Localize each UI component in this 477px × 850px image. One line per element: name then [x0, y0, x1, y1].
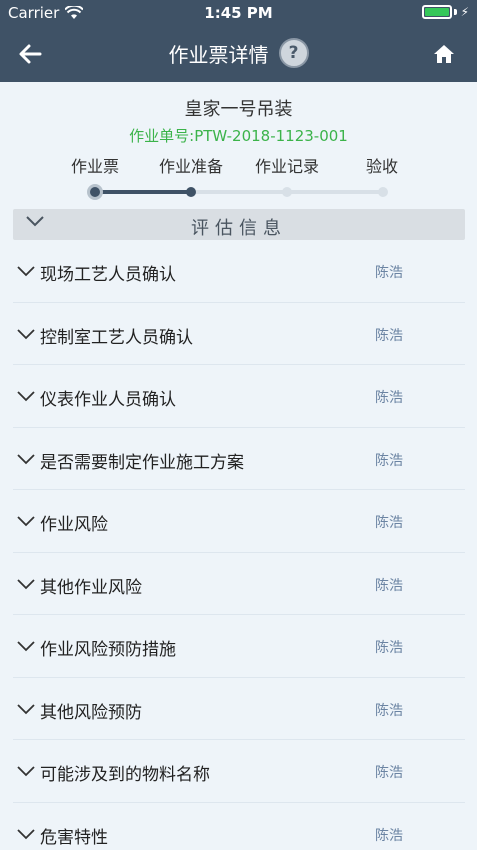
step-progress — [87, 184, 388, 200]
ticket-name: 皇家一号吊装 — [184, 99, 293, 120]
charging-bolt-icon: ⚡ — [460, 5, 469, 19]
list-item[interactable]: 可能涉及到的物料名称 陈浩 — [13, 740, 465, 803]
navbar: 作业票详情 ? — [0, 26, 477, 82]
status-time: 1:45 PM — [204, 4, 273, 22]
step-dot — [87, 184, 103, 200]
step-dot — [186, 187, 196, 197]
page-title: 作业票详情 — [168, 42, 269, 67]
item-person: 陈浩 — [375, 765, 403, 781]
list-item[interactable]: 其他作业风险 陈浩 — [13, 553, 465, 615]
item-label: 其他风险预防 — [40, 702, 142, 723]
list-item[interactable]: 现场工艺人员确认 陈浩 — [13, 240, 465, 303]
chevron-down-icon — [17, 266, 35, 277]
item-person: 陈浩 — [375, 827, 403, 844]
item-label: 危害特性 — [40, 827, 108, 848]
app-header: Carrier 1:45 PM ⚡ 作业票详情 ? — [0, 0, 477, 82]
list-item[interactable]: 控制室工艺人员确认 陈浩 — [13, 303, 465, 365]
list-item[interactable]: 是否需要制定作业施工方案 陈浩 — [13, 428, 465, 490]
item-label: 仪表作业人员确认 — [40, 390, 176, 410]
item-label: 其他作业风险 — [40, 577, 142, 598]
step-dot — [378, 187, 388, 197]
list-item[interactable]: 作业风险 陈浩 — [13, 490, 465, 553]
item-person: 陈浩 — [375, 702, 403, 719]
item-person: 陈浩 — [375, 452, 403, 469]
progress-fill — [95, 190, 191, 194]
list-item[interactable]: 作业风险预防措施 陈浩 — [13, 615, 465, 678]
home-button[interactable] — [429, 39, 459, 69]
ticket-number: 作业单号:PTW-2018-1123-001 — [129, 127, 348, 145]
step-label[interactable]: 作业票 — [71, 153, 119, 177]
chevron-down-icon — [17, 703, 35, 714]
list-item[interactable]: 其他风险预防 陈浩 — [13, 678, 465, 740]
question-icon[interactable]: ? — [278, 38, 309, 68]
item-person: 陈浩 — [375, 265, 403, 281]
item-person: 陈浩 — [375, 515, 403, 531]
item-label: 是否需要制定作业施工方案 — [40, 452, 244, 473]
item-label: 现场工艺人员确认 — [40, 265, 176, 285]
chevron-down-icon — [17, 641, 35, 652]
chevron-down-icon — [17, 578, 35, 589]
list-item[interactable]: 仪表作业人员确认 陈浩 — [13, 365, 465, 428]
assessment-list: 现场工艺人员确认 陈浩 控制室工艺人员确认 陈浩 仪表作业人员确认 陈浩 是否需要制定作业施… — [13, 240, 465, 850]
step-dot — [282, 187, 292, 197]
step-labels: 作业票 作业准备 作业记录 验收 — [55, 153, 425, 177]
navbar-title-group: 作业票详情 ? — [0, 38, 477, 68]
chevron-down-icon — [17, 516, 35, 527]
chevron-down-icon — [17, 828, 35, 839]
step-label[interactable]: 作业准备 — [159, 153, 223, 177]
item-person: 陈浩 — [375, 327, 403, 344]
chevron-down-icon — [17, 453, 35, 464]
item-person: 陈浩 — [375, 390, 403, 406]
item-label: 可能涉及到的物料名称 — [40, 765, 210, 785]
section-header[interactable]: 评估信息 — [13, 209, 465, 240]
item-label: 作业风险预防措施 — [40, 640, 176, 660]
section-title: 评估信息 — [191, 218, 287, 239]
item-label: 控制室工艺人员确认 — [40, 327, 193, 348]
item-person: 陈浩 — [375, 640, 403, 656]
chevron-down-icon — [17, 328, 35, 339]
home-icon — [434, 45, 454, 63]
status-bar: Carrier 1:45 PM ⚡ — [0, 0, 477, 26]
battery-icon: ⚡ — [421, 5, 469, 19]
step-label[interactable]: 验收 — [366, 153, 398, 177]
list-item[interactable]: 危害特性 陈浩 — [13, 803, 465, 850]
chevron-down-icon — [17, 391, 35, 402]
item-label: 作业风险 — [40, 515, 108, 535]
step-label[interactable]: 作业记录 — [255, 153, 319, 177]
item-person: 陈浩 — [375, 577, 403, 594]
chevron-down-icon — [17, 766, 35, 777]
